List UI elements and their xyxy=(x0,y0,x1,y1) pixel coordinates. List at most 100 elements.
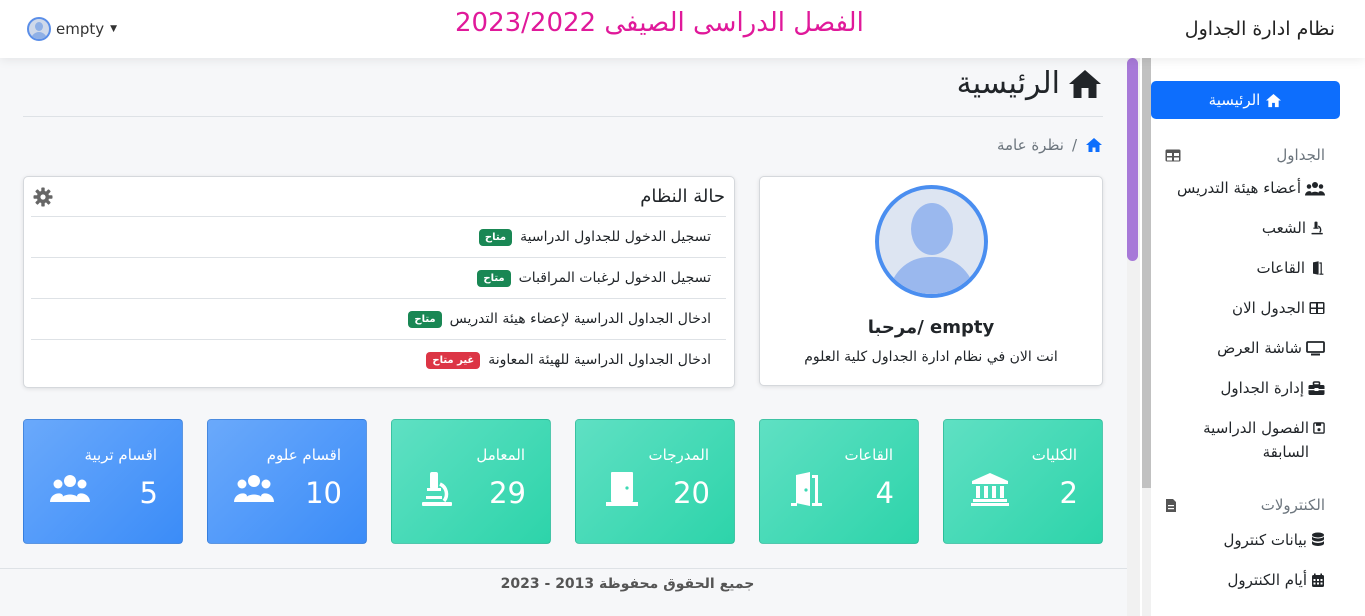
sidebar-item-display-screen[interactable]: شاشة العرض xyxy=(1217,336,1325,360)
stat-label: المعامل xyxy=(476,446,525,464)
sidebar-section-controls: الكنترولات xyxy=(1165,496,1325,514)
stat-card-rooms[interactable]: القاعات 4 xyxy=(759,419,919,544)
stat-value: 5 xyxy=(139,476,158,510)
welcome-greeting: مرحبا/ empty xyxy=(867,317,995,338)
breadcrumb-separator: / xyxy=(1071,136,1077,154)
sidebar-item-label: الفصول الدراسية السابقة xyxy=(1203,419,1310,461)
gear-icon[interactable] xyxy=(33,187,53,207)
sidebar-section-label: الكنترولات xyxy=(1260,496,1325,514)
status-badge: غير متاح xyxy=(426,351,481,369)
sidebar-item-label: أيام الكنترول xyxy=(1227,571,1307,589)
app-brand[interactable]: نظام ادارة الجداول xyxy=(1185,18,1335,40)
stat-value: 10 xyxy=(305,476,342,510)
sidebar-item-label: الشعب xyxy=(1261,219,1306,237)
users-icon xyxy=(234,475,274,502)
sidebar-item-home[interactable]: الرئيسية xyxy=(1151,81,1340,119)
calendar-icon xyxy=(1312,573,1324,587)
main-scrollbar[interactable] xyxy=(1127,58,1140,616)
sidebar: الرئيسية الجداول أعضاء هيئة التدريس الشع… xyxy=(1140,58,1365,616)
sidebar-item-label: إدارة الجداول xyxy=(1220,379,1305,397)
main-scrollbar-thumb[interactable] xyxy=(1127,58,1138,261)
status-badge: متاح xyxy=(478,228,513,246)
home-icon xyxy=(1069,69,1101,98)
microscope-icon xyxy=(422,472,452,506)
sidebar-item-faculty[interactable]: أعضاء هيئة التدريس xyxy=(1177,176,1325,200)
stat-card-education-depts[interactable]: اقسام تربية 5 xyxy=(23,419,183,544)
sidebar-section-label: الجداول xyxy=(1276,146,1325,164)
caret-down-icon: ▼ xyxy=(110,24,118,34)
user-menu[interactable]: empty ▼ xyxy=(27,17,117,41)
door-open-icon xyxy=(791,472,822,506)
breadcrumb: / نظرة عامة xyxy=(997,136,1103,154)
university-icon xyxy=(971,473,1009,506)
user-name: empty xyxy=(56,20,105,38)
stat-value: 20 xyxy=(673,476,710,510)
stat-label: القاعات xyxy=(844,446,893,464)
users-icon xyxy=(50,475,90,502)
sidebar-item-control-data[interactable]: بيانات كنترول xyxy=(1223,528,1325,552)
sidebar-item-manage-schedules[interactable]: إدارة الجداول xyxy=(1221,376,1326,400)
status-badge: متاح xyxy=(408,310,442,328)
sidebar-item-previous-terms[interactable]: الفصول الدراسية السابقة xyxy=(1175,416,1325,464)
file-icon xyxy=(1166,498,1176,512)
sidebar-item-current-schedule[interactable]: الجدول الان xyxy=(1232,296,1325,320)
stat-card-labs[interactable]: المعامل 29 xyxy=(391,419,551,544)
page-title-text: الرئيسية xyxy=(956,66,1060,101)
sidebar-item-rooms[interactable]: القاعات xyxy=(1256,256,1325,280)
status-row: ادخال الجداول الدراسية للهيئة المعاونة غ… xyxy=(31,339,726,380)
stat-value: 2 xyxy=(1059,476,1078,510)
status-row-label: ادخال الجداول الدراسية للهيئة المعاونة xyxy=(488,352,711,368)
status-row-label: ادخال الجداول الدراسية لإعضاء هيئة التدر… xyxy=(449,311,711,327)
status-row-label: تسجيل الدخول للجداول الدراسية xyxy=(520,229,711,245)
sidebar-scrollbar[interactable] xyxy=(1142,58,1151,616)
term-title: الفصل الدراسى الصيفى 2023/2022 xyxy=(455,8,864,38)
user-avatar-large-icon xyxy=(875,185,988,298)
sidebar-section-tables: الجداول xyxy=(1165,146,1325,164)
table-icon xyxy=(1165,149,1181,161)
sidebar-item-label: الجدول الان xyxy=(1232,299,1305,317)
sidebar-item-label: أعضاء هيئة التدريس xyxy=(1177,179,1301,197)
breadcrumb-home-icon[interactable] xyxy=(1085,137,1103,153)
stat-card-science-depts[interactable]: اقسام علوم 10 xyxy=(207,419,367,544)
sidebar-item-label: الرئيسية xyxy=(1208,91,1261,109)
microscope-icon xyxy=(1311,221,1323,235)
sidebar-item-label: شاشة العرض xyxy=(1217,339,1302,357)
stat-value: 4 xyxy=(875,476,894,510)
status-row: تسجيل الدخول لرغبات المراقبات متاح xyxy=(31,257,726,298)
breadcrumb-current: نظرة عامة xyxy=(996,136,1064,154)
sidebar-item-control-days[interactable]: أيام الكنترول xyxy=(1228,568,1325,592)
table-icon xyxy=(1309,302,1325,314)
status-row-label: تسجيل الدخول لرغبات المراقبات xyxy=(518,270,711,286)
sidebar-item-label: القاعات xyxy=(1256,259,1305,277)
title-divider xyxy=(23,116,1103,117)
stat-label: المدرجات xyxy=(648,446,710,464)
sidebar-item-label: بيانات كنترول xyxy=(1223,531,1307,549)
system-status-title: حالة النظام xyxy=(640,186,725,207)
stat-label: الكليات xyxy=(1031,446,1077,464)
main-content: الرئيسية / نظرة عامة مرحبا/ empty انت ال… xyxy=(0,58,1127,616)
save-icon xyxy=(1313,422,1325,434)
users-icon xyxy=(1305,181,1325,195)
page-title: الرئيسية xyxy=(957,66,1102,101)
footer-copyright: جميع الحقوق محفوظة 2013 - 2023 xyxy=(500,576,755,592)
sidebar-scrollbar-thumb[interactable] xyxy=(1142,58,1151,488)
status-row: تسجيل الدخول للجداول الدراسية متاح xyxy=(31,216,726,257)
home-icon xyxy=(1266,93,1282,107)
monitor-icon xyxy=(1306,340,1325,355)
database-icon xyxy=(1312,532,1324,546)
user-avatar-icon xyxy=(27,17,51,41)
toolbox-icon xyxy=(1308,380,1325,395)
stat-card-halls[interactable]: المدرجات 20 xyxy=(575,419,735,544)
stat-label: اقسام تربية xyxy=(84,446,157,464)
stat-label: اقسام علوم xyxy=(266,446,341,464)
welcome-card: مرحبا/ empty انت الان في نظام ادارة الجد… xyxy=(759,176,1103,386)
door-closed-icon xyxy=(606,472,638,506)
status-badge: متاح xyxy=(477,269,511,287)
sidebar-item-sections[interactable]: الشعب xyxy=(1262,216,1325,240)
stat-card-colleges[interactable]: الكليات 2 xyxy=(943,419,1103,544)
status-row: ادخال الجداول الدراسية لإعضاء هيئة التدر… xyxy=(31,298,726,339)
door-open-icon xyxy=(1313,261,1324,275)
top-navbar: empty ▼ الفصل الدراسى الصيفى 2023/2022 ن… xyxy=(0,0,1365,58)
welcome-message: انت الان في نظام ادارة الجداول كلية العل… xyxy=(804,349,1058,365)
stat-value: 29 xyxy=(489,476,526,510)
